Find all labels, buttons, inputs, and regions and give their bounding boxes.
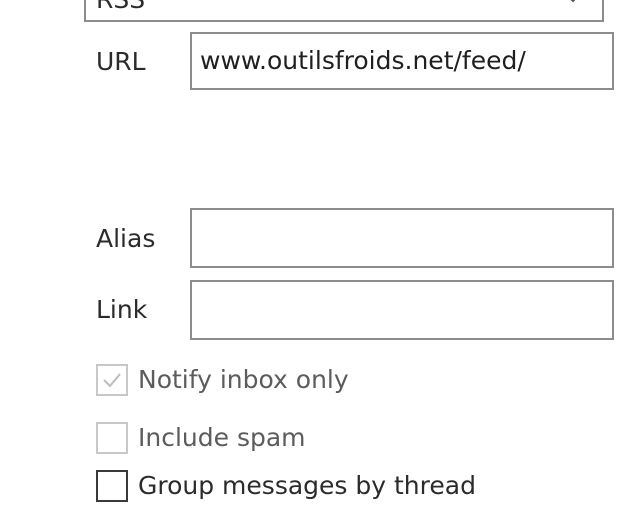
include-spam-row[interactable]: Include spam <box>96 418 306 458</box>
notify-inbox-only-label: Notify inbox only <box>138 365 349 394</box>
notify-inbox-only-checkbox[interactable] <box>96 364 128 396</box>
link-input[interactable] <box>190 280 614 340</box>
cut-off-option-checkbox[interactable] <box>96 470 128 502</box>
chevron-down-icon <box>570 0 576 3</box>
checkmark-icon <box>103 373 121 388</box>
feed-type-dropdown[interactable]: RSS <box>84 0 604 22</box>
alias-label: Alias <box>96 224 156 253</box>
url-label: URL <box>96 47 146 76</box>
link-label: Link <box>96 295 148 324</box>
include-spam-label: Include spam <box>138 423 306 452</box>
alias-input[interactable] <box>190 208 614 268</box>
feed-type-value: RSS <box>96 0 145 15</box>
cut-off-option-row[interactable]: Group messages by thread <box>96 466 476 506</box>
cut-off-option-label: Group messages by thread <box>138 471 476 500</box>
url-input[interactable]: www.outilsfroids.net/feed/ <box>190 32 614 90</box>
include-spam-checkbox[interactable] <box>96 422 128 454</box>
notify-inbox-only-row[interactable]: Notify inbox only <box>96 360 349 400</box>
